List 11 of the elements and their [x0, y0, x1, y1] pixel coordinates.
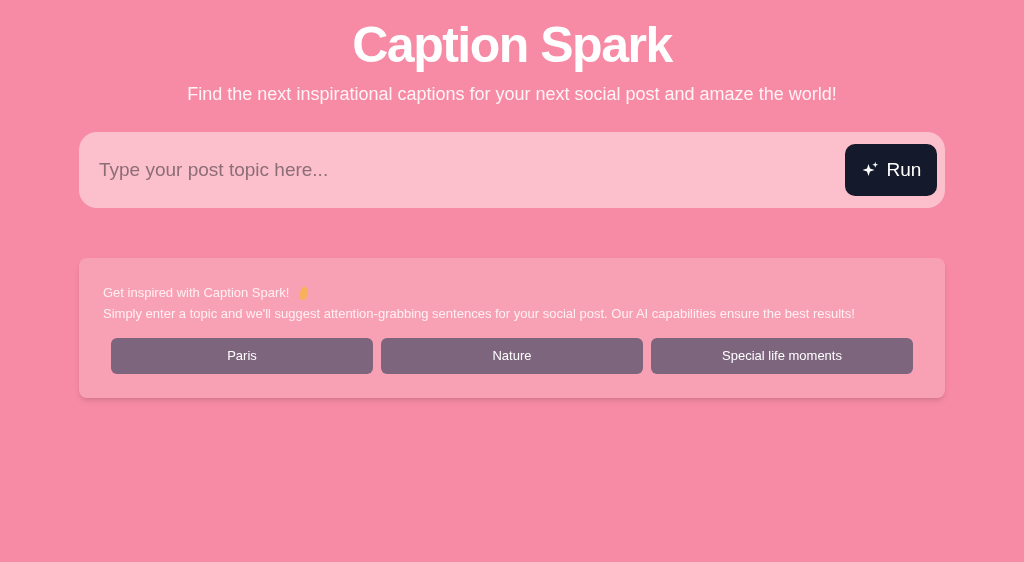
suggestion-button[interactable]: Nature	[381, 338, 643, 374]
app-title: Caption Spark	[352, 16, 672, 75]
suggestion-button[interactable]: Paris	[111, 338, 373, 374]
hand-icon	[297, 285, 310, 300]
run-button[interactable]: Run	[845, 144, 937, 196]
topic-input[interactable]: Type your post topic here...	[99, 155, 845, 185]
topic-field[interactable]: Type your post topic here... Run	[79, 132, 945, 208]
intro-text: Simply enter a topic and we'll suggest attention-grabbing sentences for your social post. Our AI capabilities ensure the best results!	[103, 305, 856, 323]
intro-heading: Get inspired with Caption Spark!	[103, 284, 290, 302]
suggestion-button[interactable]: Special life moments	[651, 338, 913, 374]
subtitle: Find the next inspirational captions for your next social post and amaze the world!	[187, 83, 837, 106]
